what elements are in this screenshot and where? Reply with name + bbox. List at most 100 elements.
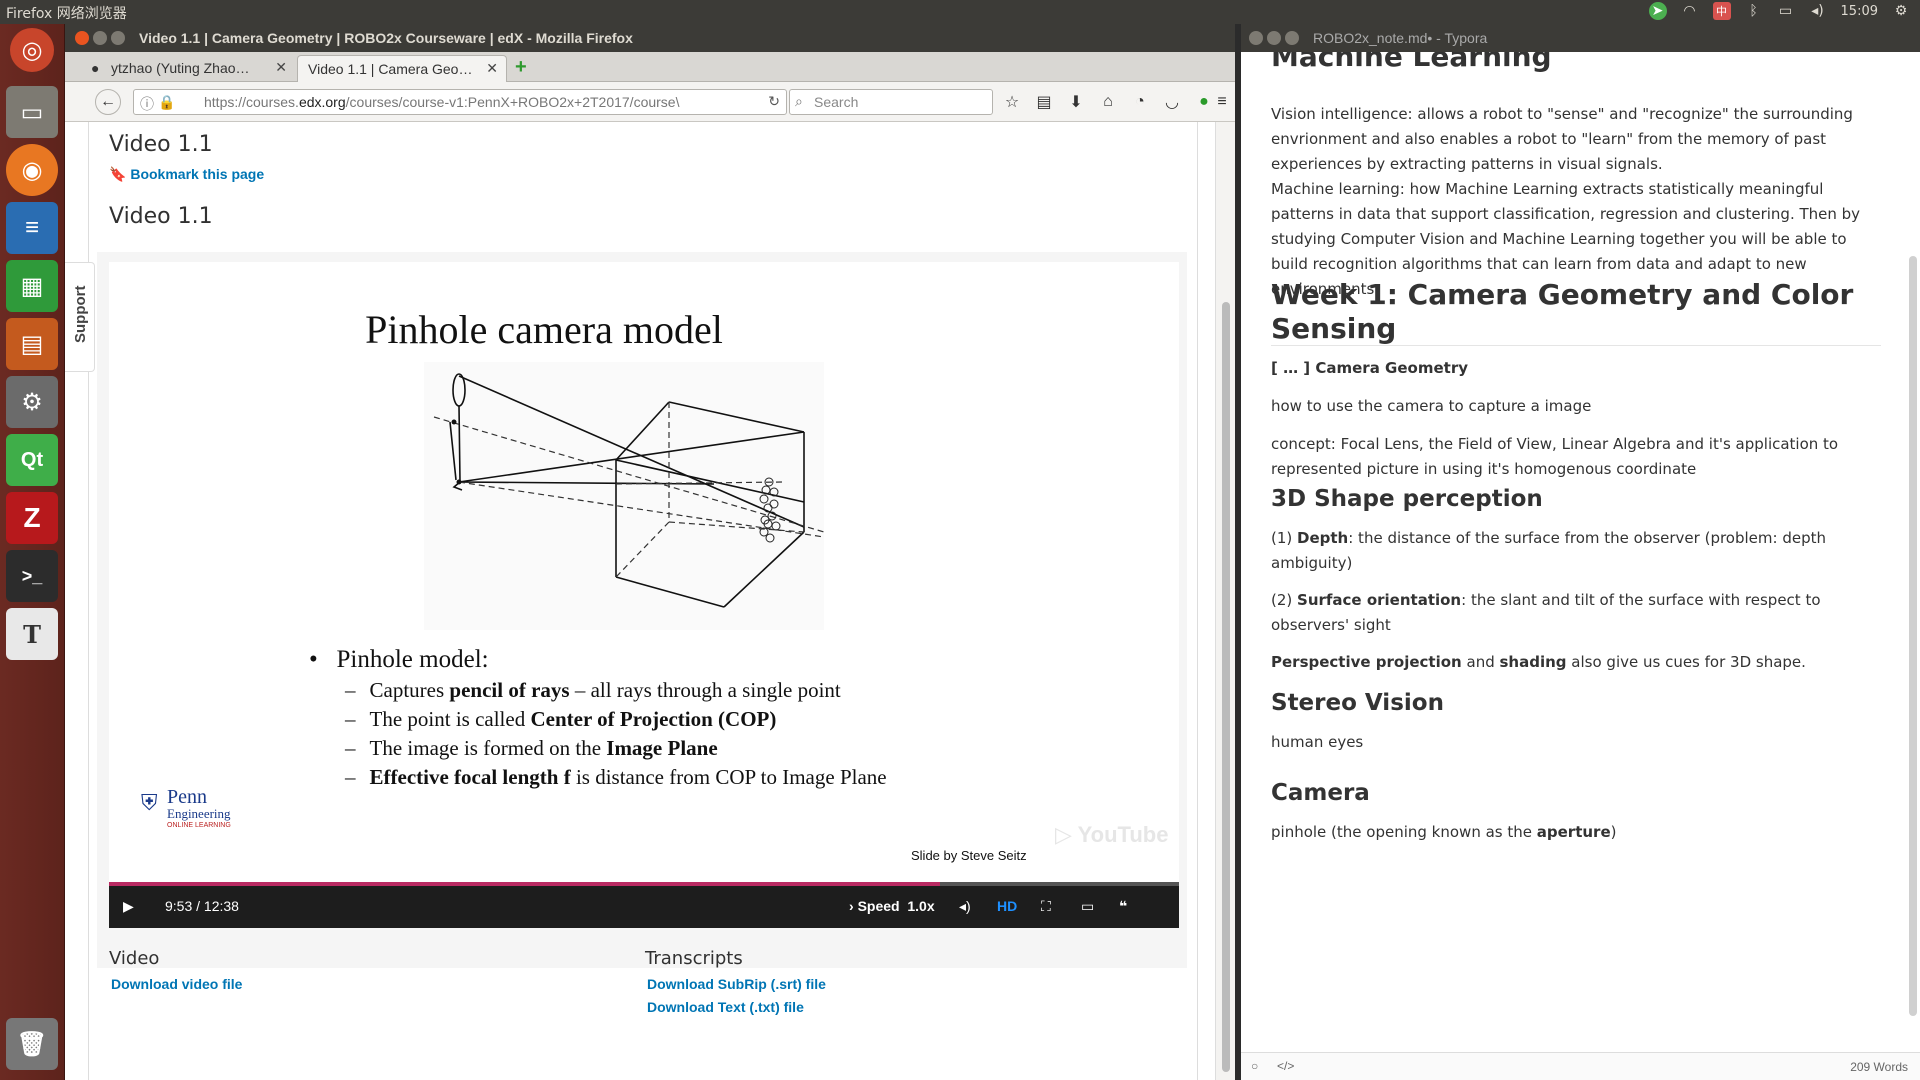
text: pinhole (the opening known as the [1271,823,1537,841]
bold-text: aperture [1536,823,1611,841]
telegram-icon[interactable]: ➤ [1648,2,1667,20]
new-tab-button[interactable]: + [515,56,527,79]
close-window-button[interactable] [1249,31,1263,45]
firefox-icon[interactable]: ◉ [6,144,58,196]
captions-icon[interactable]: ▭ [1081,898,1094,915]
volume-icon[interactable]: ◂) [1809,2,1827,20]
youtube-watermark[interactable]: ▷ YouTube [1055,822,1168,848]
close-tab-icon[interactable]: ✕ [486,60,498,77]
paragraph-vision: Vision intelligence: allows a robot to "… [1271,105,1853,173]
paragraph-orientation: (2) Surface orientation: the slant and t… [1271,588,1871,638]
filezilla-icon[interactable]: Z [6,492,58,544]
file-manager-icon[interactable]: ▭ [6,86,58,138]
search-placeholder: Search [814,94,859,110]
main-bullet-text: Pinhole model: [336,646,489,673]
sub-bullet: – The image is formed on the Image Plane [345,736,718,760]
bluetooth-icon[interactable]: ᛒ [1745,2,1763,20]
writer-icon[interactable]: ≡ [6,202,58,254]
ubuntu-dash-icon[interactable]: ◎ [10,28,54,72]
clock[interactable]: 15:09 [1841,4,1878,19]
downloads-icon[interactable]: ⬇ [1063,89,1089,115]
support-tab[interactable]: Support [65,262,95,372]
outline-toggle-icon[interactable]: ○ [1251,1059,1258,1073]
markdown-editor[interactable]: Machine Learning Vision intelligence: al… [1241,52,1920,1052]
maximize-window-button[interactable] [1285,31,1299,45]
sub-bullet-text: The point is called [369,707,531,731]
minimize-window-button[interactable] [1267,31,1281,45]
download-srt-link[interactable]: Download SubRip (.srt) file [647,976,826,992]
typora-icon[interactable]: T [6,608,58,660]
firefox-window: Video 1.1 | Camera Geometry | ROBO2x Cou… [65,24,1235,1080]
info-icon[interactable]: ⓘ [140,94,154,114]
settings-gear-icon[interactable]: ⚙ [1892,2,1910,20]
home-icon[interactable]: ⌂ [1095,89,1121,115]
play-icon[interactable]: ▶ [123,898,134,915]
video-player-frame[interactable]: Pinhole camera model • Pinhole model: – … [109,262,1179,885]
terminal-icon[interactable]: >_ [6,550,58,602]
bold-text: Depth [1297,529,1349,547]
bold-text: Perspective projection [1271,653,1462,671]
bookmark-link[interactable]: 🔖 Bookmark this page [109,166,264,183]
tab-label: ytzhao (Yuting Zhao… [111,60,250,76]
qt-creator-icon[interactable]: Qt [6,434,58,486]
maximize-window-button[interactable] [111,31,125,45]
slide-bullets: • Pinhole model: – Captures pencil of ray… [309,646,887,790]
slide-title: Pinhole camera model [365,307,723,352]
input-method-icon[interactable]: 中 [1712,2,1731,20]
wifi-icon[interactable]: ◠ [1681,2,1699,20]
tab-github[interactable]: ● ytzhao (Yuting Zhao… ✕ [85,55,295,82]
penn-logo-line3: ONLINE LEARNING [167,822,231,829]
trash-icon[interactable]: 🗑 [6,1018,58,1070]
paragraph-depth: (1) Depth: the distance of the surface f… [1271,526,1871,576]
bookmark-label: Bookmark this page [130,166,265,182]
system-settings-icon[interactable]: ⚙ [6,376,58,428]
sub-bullet-text: The image is formed on the [369,736,607,760]
page-scrollbar[interactable] [1215,122,1235,1080]
typora-status-bar: ○ </> 209 Words [1241,1052,1920,1080]
tab-strip: ● ytzhao (Yuting Zhao… ✕ Video 1.1 | Cam… [65,52,1235,82]
search-input[interactable]: ⌕ Search [789,89,993,115]
sub-bullet-text: – all rays through a single point [569,678,841,702]
close-tab-icon[interactable]: ✕ [275,59,287,76]
fullscreen-icon[interactable]: ⛶ [1041,898,1051,915]
paragraph-perspective: Perspective projection and shading also … [1271,650,1871,675]
typora-window: ROBO2x_note.md• - Typora Machine Learnin… [1235,24,1920,1080]
scrollbar-thumb[interactable] [1222,302,1230,1072]
text: also give us cues for 3D shape. [1566,653,1806,671]
tab-edx-video[interactable]: Video 1.1 | Camera Geo… ✕ [297,55,507,82]
calc-icon[interactable]: ▦ [6,260,58,312]
speed-label: Speed [857,898,900,914]
sub-bullet-bold: Image Plane [606,736,718,760]
sub-bullet-text: Captures [369,678,450,702]
sub-bullet: – The point is called Center of Projectio… [345,707,777,731]
transcript-toggle-icon[interactable]: ❝ [1119,898,1127,915]
url-bar[interactable]: ⓘ 🔒 https://courses.edx.org/courses/cour… [133,89,787,115]
download-video-link[interactable]: Download video file [111,976,242,992]
pocket-icon[interactable]: ◡ [1159,89,1185,115]
menu-icon[interactable]: ≡ [1209,89,1235,115]
back-button[interactable]: ← [95,89,121,115]
hd-button[interactable]: HD [997,898,1017,914]
word-count[interactable]: 209 Words [1850,1060,1908,1074]
volume-icon[interactable]: ◂) [959,898,971,915]
sub-bullet-text: is distance from COP to Image Plane [570,765,887,789]
sub-bullet: – Captures pencil of rays – all rays thro… [345,678,841,702]
item-camera-geometry: [ … ] Camera Geometry [1271,359,1468,377]
text: (2) [1271,591,1298,609]
text: and [1461,653,1500,671]
text: : the distance of the surface from the o… [1271,529,1826,572]
bookmark-star-icon[interactable]: ☆ [999,89,1025,115]
close-window-button[interactable] [75,31,89,45]
chat-icon[interactable]: ◔ [1127,89,1153,115]
minimize-window-button[interactable] [93,31,107,45]
reading-list-icon[interactable]: ▤ [1031,89,1057,115]
download-txt-link[interactable]: Download Text (.txt) file [647,999,804,1015]
source-mode-icon[interactable]: </> [1277,1059,1294,1073]
impress-icon[interactable]: ▤ [6,318,58,370]
sub-bullet: – Effective focal length f is distance fr… [345,765,887,789]
battery-icon[interactable]: ▭ [1777,2,1795,20]
editor-scrollbar-thumb[interactable] [1909,256,1917,1016]
youtube-watermark-text: YouTube [1077,822,1169,847]
reload-icon[interactable]: ↻ [764,93,780,110]
speed-button[interactable]: › Speed 1.0x [849,898,935,914]
